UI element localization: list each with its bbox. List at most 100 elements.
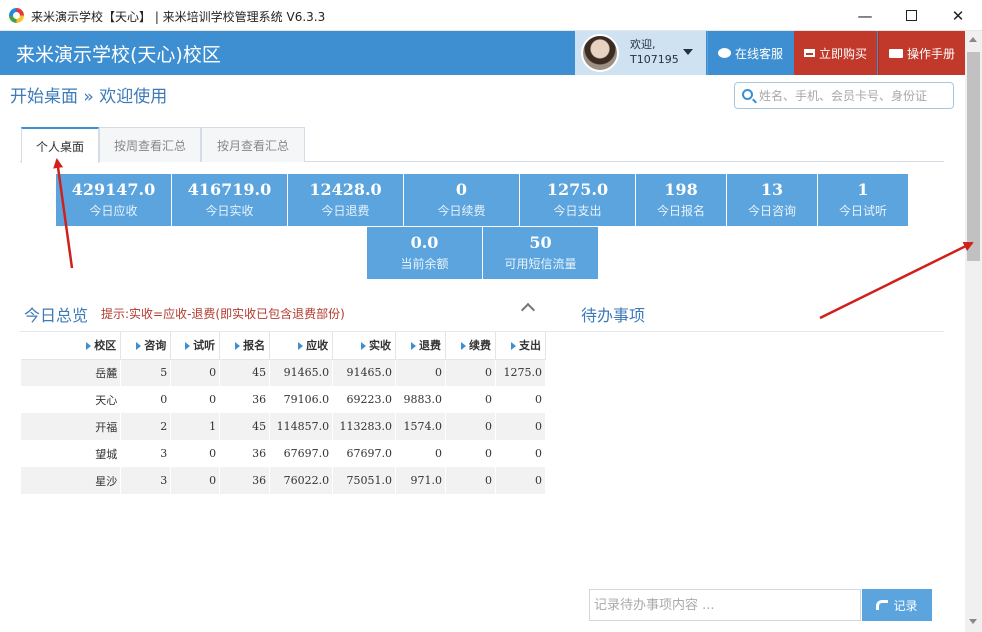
stat-value: 0.0 [410,233,439,252]
app-window: 来米演示学校【天心】 | 来米培训学校管理系统 V6.3.3 — ✕ 来米演示学… [0,0,982,632]
table-cell: 1275.0 [495,359,547,386]
column-header[interactable]: 退费 [395,332,447,360]
user-menu[interactable]: 欢迎, T107195 [575,31,706,75]
stat-value: 1275.0 [546,180,609,199]
table-cell: 91465.0 [332,359,397,386]
stat-tile: 1 今日试听 [818,174,908,226]
column-header[interactable]: 应收 [269,332,334,360]
column-header[interactable]: 实收 [332,332,397,360]
sort-icon [235,342,241,351]
table-cell: 0 [445,440,496,467]
stat-tile: 1275.0 今日支出 [520,174,635,226]
scroll-down-icon[interactable] [969,619,977,624]
tab-weekly-summary[interactable]: 按周查看汇总 [99,127,201,162]
table-cell: 1 [170,413,221,440]
column-header[interactable]: 续费 [445,332,496,360]
table-cell: 望城 [21,440,122,467]
table-cell: 1574.0 [395,413,447,440]
vertical-scrollbar[interactable] [965,31,982,632]
table-cell: 0 [120,386,172,413]
column-header[interactable]: 咨询 [120,332,172,360]
column-header[interactable]: 试听 [170,332,221,360]
cart-icon [803,49,815,57]
table-cell: 3 [120,440,172,467]
stat-value: 0 [455,180,468,199]
todo-input[interactable] [589,589,861,621]
table-cell: 36 [219,386,271,413]
table-cell: 0 [495,467,547,494]
online-service-button[interactable]: 在线客服 [707,31,793,75]
table-cell: 45 [219,413,271,440]
record-button[interactable]: 记录 [862,589,932,621]
search-input[interactable] [759,86,949,105]
close-button[interactable]: ✕ [935,0,981,31]
close-icon: ✕ [951,6,965,25]
app-header: 来米演示学校(天心)校区 欢迎, T107195 在线客服 立即购买 操作手册 [0,31,965,75]
chevron-up-icon[interactable] [520,302,536,318]
stat-label: 可用短信流量 [504,257,577,271]
stat-tile: 429147.0 今日应收 [56,174,171,226]
user-id: T107195 [630,53,679,66]
minimize-icon: — [857,6,873,25]
table-cell: 0 [395,359,447,386]
online-service-label: 在线客服 [734,46,783,61]
title-bar: 来米演示学校【天心】 | 来米培训学校管理系统 V6.3.3 — ✕ [0,0,982,31]
stat-value: 12428.0 [309,180,382,199]
tab-monthly-summary[interactable]: 按月查看汇总 [201,127,305,162]
table-cell: 星沙 [21,467,122,494]
stat-label: 今日支出 [553,204,602,218]
buy-now-label: 立即购买 [818,46,867,61]
column-header[interactable]: 校区 [21,332,122,360]
table-cell: 岳麓 [21,359,122,386]
tab-bar: 个人桌面 按周查看汇总 按月查看汇总 [20,127,944,163]
table-row: 天心 0 0 36 79106.0 69223.0 9883.0 0 0 [21,386,547,413]
table-cell: 67697.0 [269,440,334,467]
scroll-thumb[interactable] [967,52,980,261]
table-cell: 开福 [21,413,122,440]
sort-icon [298,342,304,351]
table-cell: 0 [395,440,447,467]
table-cell: 0 [170,440,221,467]
table-cell: 0 [495,386,547,413]
minimize-button[interactable]: — [842,0,888,31]
manual-label: 操作手册 [906,46,955,61]
manual-button[interactable]: 操作手册 [878,31,965,75]
table-cell: 9883.0 [395,386,447,413]
table-row: 星沙 3 0 36 76022.0 75051.0 971.0 0 0 [21,467,547,494]
column-header[interactable]: 报名 [219,332,271,360]
stat-tile: 13 今日咨询 [727,174,817,226]
stat-label: 今日退费 [321,204,370,218]
stat-label: 今日应收 [89,204,138,218]
table-cell: 91465.0 [269,359,334,386]
table-cell: 2 [120,413,172,440]
sort-icon [511,342,516,351]
table-cell: 36 [219,440,271,467]
share-icon [876,600,889,610]
search-icon [742,89,753,100]
table-cell: 971.0 [395,467,447,494]
table-cell: 75051.0 [332,467,397,494]
annotation-arrow-icon [819,241,974,320]
stat-tile: 416719.0 今日实收 [172,174,287,226]
table-cell: 79106.0 [269,386,334,413]
table-cell: 0 [495,413,547,440]
scroll-up-icon[interactable] [969,37,977,42]
avatar [581,34,619,72]
table-cell: 76022.0 [269,467,334,494]
stat-value: 13 [760,180,784,199]
buy-now-button[interactable]: 立即购买 [794,31,877,75]
school-name: 来米演示学校(天心)校区 [16,44,221,66]
sort-icon [136,342,142,351]
maximize-icon [905,10,917,21]
search-box[interactable] [734,82,954,109]
overview-hint: 提示:实收=应收-退费(即实收已包含退费部份) [101,307,345,321]
table-header-row: 校区 咨询 试听 报名 应收 实收 退费 续费 支出 [21,332,547,360]
todo-title: 待办事项 [581,306,646,325]
chevron-down-icon [683,49,693,55]
sort-icon [411,342,417,351]
tab-personal-desktop[interactable]: 个人桌面 [21,127,99,163]
maximize-button[interactable] [888,0,934,31]
overview-title: 今日总览 [24,306,89,325]
table-cell: 113283.0 [332,413,397,440]
column-header[interactable]: 支出 [495,332,547,360]
